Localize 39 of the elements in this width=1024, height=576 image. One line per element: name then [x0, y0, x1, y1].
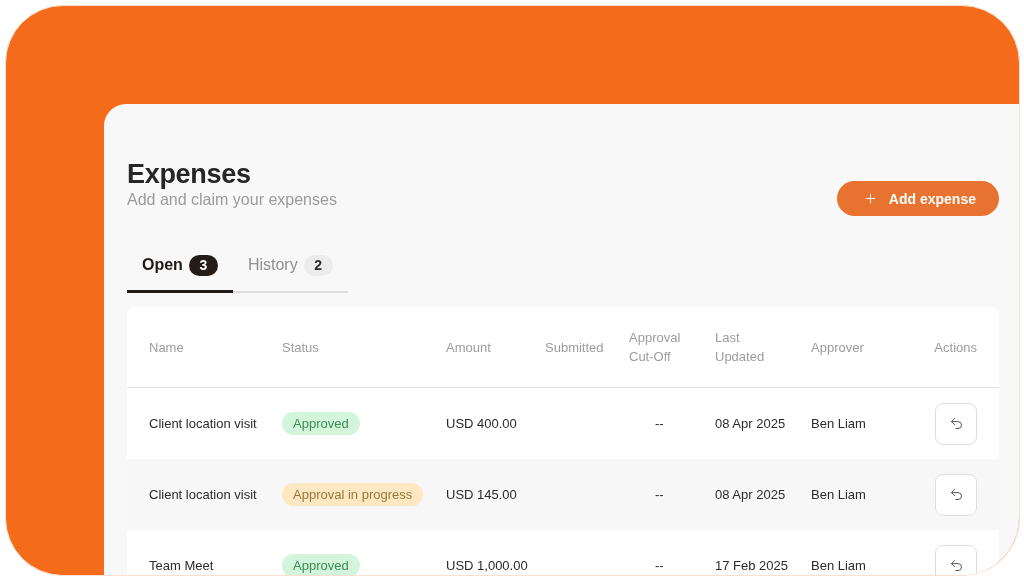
undo-icon [948, 558, 964, 573]
table-cell: Client location visit [149, 487, 257, 502]
table-cell: USD 145.00 [446, 487, 517, 502]
column-header: Approval Cut-Off [629, 329, 682, 366]
table-cell: Team Meet [149, 558, 214, 573]
column-header: Actions [934, 338, 977, 357]
table-cell: -- [655, 416, 664, 431]
table-cell: USD 1,000.00 [446, 558, 528, 573]
column-header: Name [149, 338, 184, 357]
undo-button[interactable] [935, 402, 977, 445]
status-badge: Approved [282, 412, 360, 435]
table-cell: Client location visit [149, 416, 257, 431]
column-header: Amount [446, 338, 491, 357]
table-cell: Ben Liam [811, 558, 866, 573]
table-cell: 08 Apr 2025 [715, 487, 786, 502]
tab[interactable]: History 2 [232, 248, 348, 293]
plus-icon [862, 191, 878, 206]
table-cell: 17 Feb 2025 [715, 558, 788, 573]
table-cell: -- [655, 558, 664, 573]
table-cell: -- [655, 487, 664, 502]
column-header: Status [282, 338, 319, 357]
undo-button[interactable] [935, 473, 977, 516]
column-header: Submitted [545, 338, 604, 357]
column-header: Approver [811, 338, 864, 357]
count-badge: 2 [303, 254, 333, 276]
undo-icon [948, 416, 964, 431]
page-subtitle: Add and claim your expenses [127, 190, 337, 210]
column-header: Last Updated [715, 329, 766, 366]
table-cell: USD 400.00 [446, 416, 517, 431]
table-cell: Ben Liam [811, 487, 866, 502]
undo-button[interactable] [935, 544, 977, 575]
status-badge: Approval in progress [282, 483, 424, 506]
page-title: Expenses [127, 158, 251, 190]
table-cell: Ben Liam [811, 416, 866, 431]
tab[interactable]: Open 3 [127, 248, 233, 293]
undo-icon [948, 487, 964, 502]
count-badge: 3 [188, 254, 218, 276]
table-cell: 08 Apr 2025 [715, 416, 786, 431]
status-badge: Approved [282, 554, 360, 575]
